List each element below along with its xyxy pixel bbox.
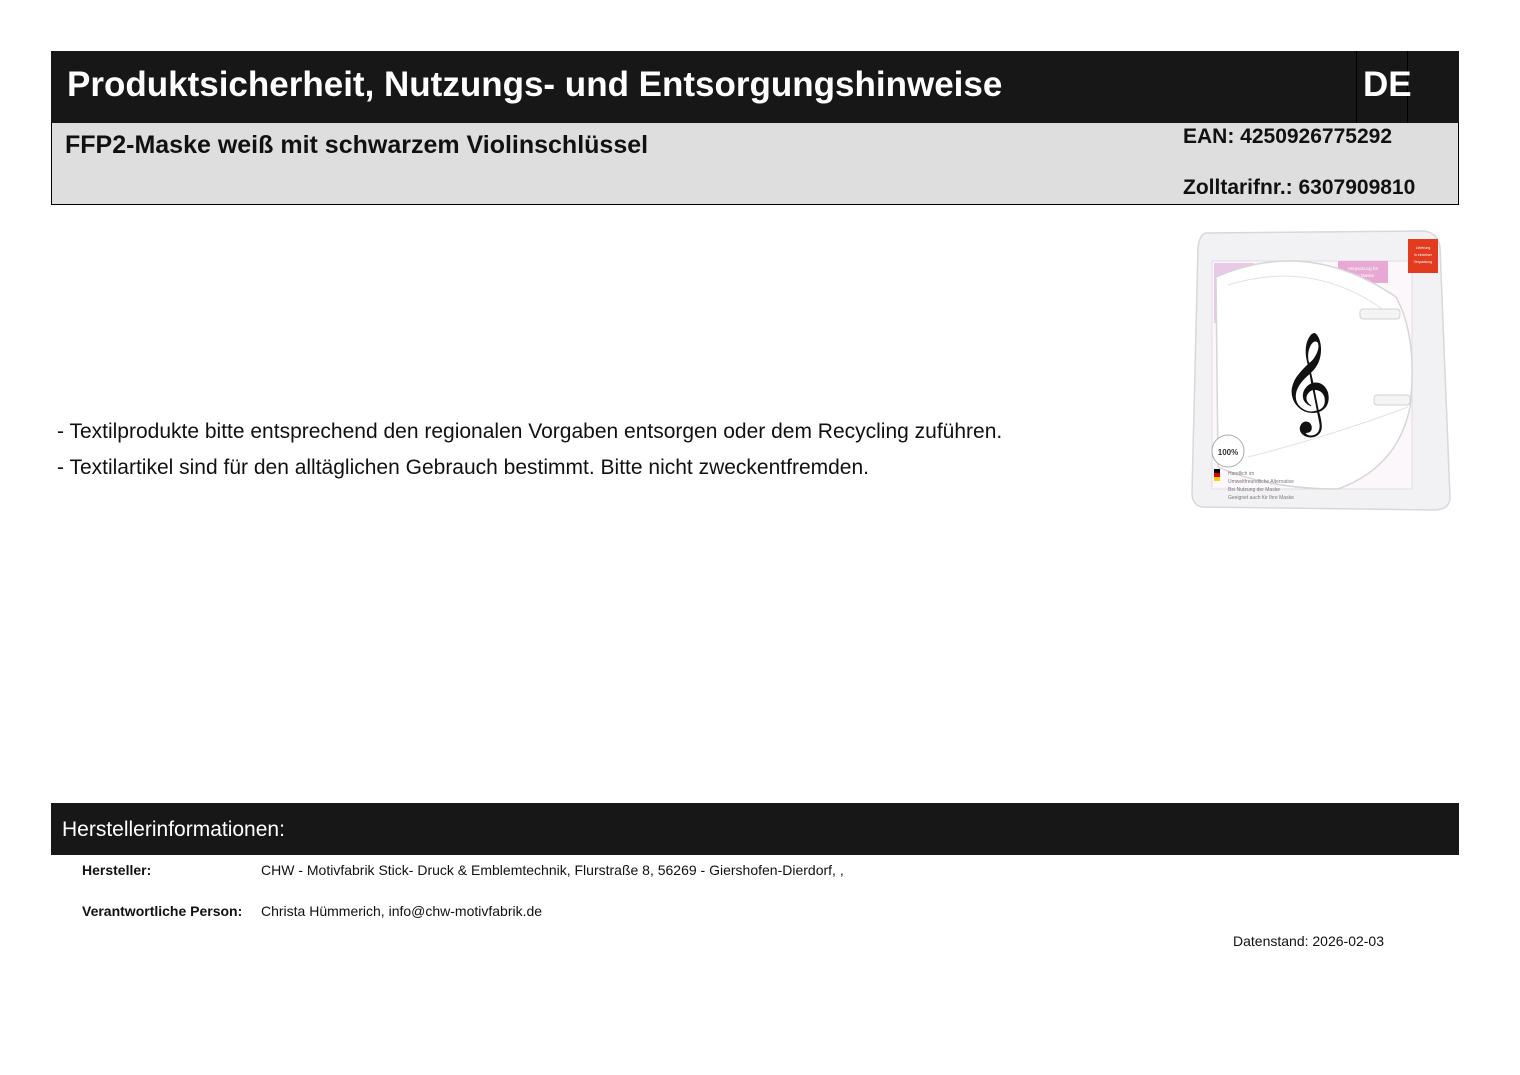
seal-label: 100% bbox=[1218, 448, 1238, 457]
manufacturer-value: CHW - Motivfabrik Stick- Druck & Emblemt… bbox=[261, 862, 844, 878]
document-header: Produktsicherheit, Nutzungs- und Entsorg… bbox=[51, 51, 1459, 123]
red-label-line-1: Lieferung bbox=[1416, 246, 1431, 250]
ean-number: EAN: 4250926775292 bbox=[1183, 125, 1392, 148]
language-code: DE bbox=[1363, 65, 1412, 104]
note-usage: - Textilartikel sind für den alltägliche… bbox=[57, 456, 869, 479]
usage-notes: - Textilprodukte bitte entsprechend den … bbox=[57, 414, 1002, 486]
bag-text-line-4: Geeignet auch für Ihre Maske bbox=[1228, 495, 1294, 501]
document-title: Produktsicherheit, Nutzungs- und Entsorg… bbox=[67, 65, 1003, 104]
product-info-bar: FFP2-Maske weiß mit schwarzem Violinschl… bbox=[51, 123, 1459, 205]
pink-label-line-1: Verpackung für bbox=[1348, 266, 1379, 271]
bag-text-line-1: Handlich im bbox=[1228, 471, 1254, 477]
product-photo: Verpackung für Ihre Maske Lieferung in e… bbox=[1191, 230, 1451, 511]
data-date: Datenstand: 2026-02-03 bbox=[1233, 933, 1384, 949]
red-label-line-3: Verpackung bbox=[1414, 260, 1433, 264]
product-name: FFP2-Maske weiß mit schwarzem Violinschl… bbox=[65, 131, 649, 159]
red-label-line-2: in einzelner bbox=[1414, 253, 1433, 257]
responsible-person-value: Christa Hümmerich, info@chw-motivfabrik.… bbox=[261, 903, 543, 919]
manufacturer-section-header: Herstellerinformationen: bbox=[51, 803, 1459, 855]
manufacturer-section-title: Herstellerinformationen: bbox=[62, 818, 285, 841]
customs-tariff-number: Zolltarifnr.: 6307909810 bbox=[1183, 176, 1416, 199]
note-disposal: - Textilprodukte bitte entsprechend den … bbox=[57, 420, 1003, 443]
language-badge: DE bbox=[1356, 51, 1412, 123]
responsible-person-label: Verantwortliche Person: bbox=[82, 903, 243, 919]
manufacturer-label: Hersteller: bbox=[82, 862, 152, 878]
bag-text-line-3: Bei Nutzung der Maske bbox=[1228, 487, 1280, 493]
bag-text-line-2: Umweltfreundliche Alternative bbox=[1228, 479, 1294, 485]
treble-clef-icon: 𝄞 bbox=[1281, 330, 1333, 438]
